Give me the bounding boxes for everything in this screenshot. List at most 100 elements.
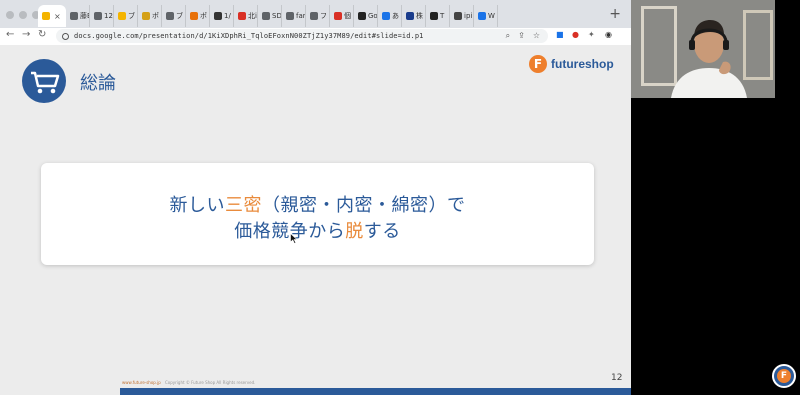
puzzle-icon[interactable]: ✦: [588, 30, 595, 39]
tab-favicon-icon: [166, 12, 174, 20]
tab-label: ipi: [464, 12, 473, 20]
address-bar[interactable]: docs.google.com/presentation/d/1KiXDphRi…: [56, 29, 548, 43]
tab-favicon-icon: [310, 12, 318, 20]
tab-label: 藤E: [80, 12, 89, 20]
tab-label: Go: [368, 12, 378, 20]
browser-tab[interactable]: 1/: [210, 5, 234, 27]
mouse-cursor-icon: [290, 233, 298, 244]
browser-tab[interactable]: Go: [354, 5, 378, 27]
tab-favicon-icon: [478, 12, 486, 20]
highlight-sanmitsu: 三密: [225, 195, 262, 216]
tab-label: 個: [344, 12, 351, 20]
tab-favicon-icon: [214, 12, 222, 20]
profile-avatar-icon[interactable]: ◉: [605, 30, 612, 39]
back-icon[interactable]: ←: [6, 29, 14, 40]
section-title: 総論: [80, 73, 116, 94]
browser-tab[interactable]: 個: [330, 5, 354, 27]
close-window-icon[interactable]: [6, 11, 14, 19]
corner-futureshop-logo: F: [772, 364, 796, 388]
tab-favicon-icon: [42, 12, 50, 20]
browser-tab[interactable]: フ: [306, 5, 330, 27]
page-number: 12: [611, 373, 623, 383]
browser-tab[interactable]: ブ: [114, 5, 138, 27]
browser-tab[interactable]: SD: [258, 5, 282, 27]
logo-mark-icon: F: [529, 55, 547, 73]
tab-strip: × 藤E 12/ブ ポ ブ ポ 1/北i SD far フ 個 Go あ 株 Tipi W +: [0, 0, 631, 28]
browser-tab[interactable]: 株: [402, 5, 426, 27]
cart-icon: [22, 59, 66, 103]
tab-label: ポ: [152, 12, 159, 20]
lock-icon: [62, 32, 69, 40]
star-icon[interactable]: ☆: [533, 29, 540, 43]
tab-label: far: [296, 12, 306, 20]
tab-label: 北i: [248, 12, 257, 20]
tab-label: フ: [320, 12, 327, 20]
tab-close-icon[interactable]: ×: [54, 12, 61, 21]
tab-favicon-icon: [94, 12, 102, 20]
message-line-1: 新しい三密（親密・内密・綿密）で: [41, 191, 594, 217]
tab-label: ブ: [176, 12, 183, 20]
tab-favicon-icon: [334, 12, 342, 20]
futureshop-logo: F futureshop: [529, 55, 614, 73]
message-line-2: 価格競争から脱する: [41, 217, 594, 243]
tab-favicon-icon: [454, 12, 462, 20]
browser-tab[interactable]: 藤E: [66, 5, 90, 27]
tab-list: × 藤E 12/ブ ポ ブ ポ 1/北i SD far フ 個 Go あ 株 Tipi W: [38, 5, 609, 28]
tab-label: ブ: [128, 12, 135, 20]
tab-label: SD: [272, 12, 282, 20]
logo-text: futureshop: [551, 57, 614, 71]
browser-tab[interactable]: far: [282, 5, 306, 27]
forward-icon[interactable]: →: [22, 29, 30, 40]
browser-tab[interactable]: ポ: [138, 5, 162, 27]
share-icon[interactable]: ⇪: [518, 29, 525, 43]
tab-favicon-icon: [286, 12, 294, 20]
browser-tab[interactable]: ブ: [162, 5, 186, 27]
url-text: docs.google.com/presentation/d/1KiXDphRi…: [74, 32, 424, 40]
footer-url: www.future-shop.jp: [122, 380, 161, 385]
browser-tab[interactable]: 北i: [234, 5, 258, 27]
browser-tab[interactable]: W: [474, 5, 498, 27]
corner-logo-mark-icon: F: [777, 369, 791, 383]
message-line-2-end: する: [363, 221, 401, 242]
extension-red-icon[interactable]: ●: [572, 30, 579, 39]
message-line-1-end: （親密・内密・綿密）で: [262, 195, 466, 216]
tab-label: W: [488, 12, 495, 20]
browser-tab[interactable]: ポ: [186, 5, 210, 27]
tab-favicon-icon: [406, 12, 414, 20]
webcam-video: [631, 0, 775, 98]
tab-label: 株: [416, 12, 423, 20]
footer-bar: [120, 388, 631, 395]
tab-favicon-icon: [358, 12, 366, 20]
highlight-datsu: 脱: [345, 221, 364, 242]
tab-favicon-icon: [262, 12, 270, 20]
browser-tab[interactable]: あ: [378, 5, 402, 27]
browser-tab[interactable]: T: [426, 5, 450, 27]
browser-window: × 藤E 12/ブ ポ ブ ポ 1/北i SD far フ 個 Go あ 株 Tipi W + ← → ↻ d…: [0, 0, 631, 395]
tab-favicon-icon: [190, 12, 198, 20]
browser-tab[interactable]: ipi: [450, 5, 474, 27]
browser-tab[interactable]: 12/: [90, 5, 114, 27]
extension-icon[interactable]: ■: [556, 30, 564, 39]
tab-favicon-icon: [382, 12, 390, 20]
tab-favicon-icon: [70, 12, 78, 20]
slide-canvas: 総論 F futureshop 新しい三密（親密・内密・綿密）で 価格競争から脱…: [0, 45, 631, 395]
presenter-figure: [671, 20, 747, 98]
browser-tab[interactable]: ×: [38, 5, 66, 27]
tab-favicon-icon: [430, 12, 438, 20]
tab-label: 1/: [224, 12, 231, 20]
tab-label: あ: [392, 12, 399, 20]
tab-label: 12/: [104, 12, 113, 20]
tab-favicon-icon: [238, 12, 246, 20]
tab-label: T: [440, 12, 445, 20]
message-card: 新しい三密（親密・内密・綿密）で 価格競争から脱する: [41, 163, 594, 265]
tab-favicon-icon: [118, 12, 126, 20]
reload-icon[interactable]: ↻: [38, 29, 46, 40]
tab-label: ポ: [200, 12, 207, 20]
minimize-window-icon[interactable]: [19, 11, 27, 19]
new-tab-button[interactable]: +: [609, 6, 621, 22]
browser-toolbar: ← → ↻ docs.google.com/presentation/d/1Ki…: [0, 28, 631, 46]
footer-copyright: Copyright © Future Shop All Rights reser…: [165, 380, 256, 385]
search-icon[interactable]: ⌕: [506, 29, 510, 43]
window-controls[interactable]: [6, 11, 40, 19]
tab-favicon-icon: [142, 12, 150, 20]
